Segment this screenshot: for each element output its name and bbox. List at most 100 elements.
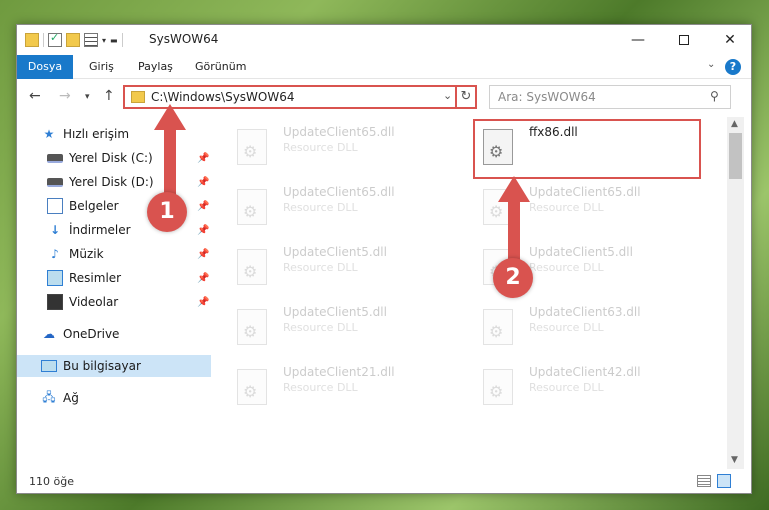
tab-home[interactable]: Giriş — [89, 55, 114, 79]
file-name: UpdateClient65.dll — [283, 125, 395, 139]
gear-icon: ⚙ — [489, 142, 504, 161]
disk-icon — [47, 153, 63, 163]
properties-check-icon[interactable] — [48, 31, 62, 47]
dll-file-icon: ⚙ — [237, 129, 267, 165]
explorer-window: ▾ ▬ SysWOW64 — ✕ Dosya Giriş Paylaş Görü… — [16, 24, 752, 494]
dll-file-icon: ⚙ — [483, 129, 513, 165]
dll-file-icon: ⚙ — [483, 369, 513, 405]
file-name: ffx86.dll — [529, 125, 578, 139]
file-type: Resource DLL — [529, 381, 604, 394]
sidebar-item-label: Ağ — [63, 391, 79, 405]
sidebar-item-label: Müzik — [69, 247, 104, 261]
sidebar-item-pictures[interactable]: Resimler 📌 — [47, 267, 211, 289]
address-path[interactable]: C:\Windows\SysWOW64 — [151, 90, 295, 104]
search-icon[interactable]: ⚲ — [710, 89, 719, 103]
file-type: Resource DLL — [283, 381, 358, 394]
file-item[interactable]: ⚙ UpdateClient42.dll Resource DLL — [475, 361, 705, 411]
gear-icon: ⚙ — [243, 382, 258, 401]
close-button[interactable]: ✕ — [707, 25, 753, 55]
scrollbar-thumb[interactable] — [729, 133, 742, 179]
sidebar-item-label: Yerel Disk (D:) — [69, 175, 154, 189]
sidebar-item-label: Videolar — [69, 295, 119, 309]
forward-arrow-icon[interactable]: → — [59, 88, 71, 104]
vertical-scrollbar[interactable]: ▲ ▼ — [727, 117, 744, 469]
sidebar-item-this-pc[interactable]: Bu bilgisayar — [17, 355, 211, 377]
file-name: UpdateClient65.dll — [529, 185, 641, 199]
disk-icon — [47, 177, 63, 187]
music-icon: ♪ — [51, 247, 59, 261]
file-name: UpdateClient5.dll — [529, 245, 633, 259]
file-type: Resource DLL — [283, 201, 358, 214]
sidebar-item-network[interactable]: 🖧 Ağ — [41, 387, 211, 409]
large-icons-view-icon[interactable] — [717, 474, 731, 488]
maximize-button[interactable] — [661, 25, 707, 55]
download-icon: ↓ — [49, 223, 61, 237]
file-item-ffx86[interactable]: ⚙ ffx86.dll — [473, 119, 701, 179]
recent-locations-icon[interactable]: ▾ — [85, 92, 90, 102]
chevron-down-icon[interactable]: ⌄ — [443, 89, 452, 102]
refresh-button[interactable]: ↻ — [455, 85, 477, 109]
properties-icon[interactable] — [84, 33, 98, 47]
help-icon[interactable]: ? — [725, 59, 741, 75]
file-item[interactable]: ⚙ UpdateClient65.dll Resource DLL — [229, 121, 459, 171]
details-view-icon[interactable] — [697, 475, 711, 487]
cloud-icon: ☁ — [43, 327, 55, 341]
sidebar-item-quick-access[interactable]: ★ Hızlı erişim — [41, 123, 235, 145]
file-name: UpdateClient5.dll — [283, 305, 387, 319]
folder-icon — [131, 91, 145, 103]
pictures-icon — [47, 270, 63, 286]
search-input[interactable]: Ara: SysWOW64 ⚲ — [489, 85, 731, 109]
video-icon — [47, 294, 63, 310]
minimize-button[interactable]: — — [615, 25, 661, 55]
gear-icon: ⚙ — [243, 262, 258, 281]
pin-icon[interactable]: 📌 — [197, 201, 209, 212]
back-arrow-icon[interactable]: ← — [29, 88, 41, 104]
scroll-up-icon[interactable]: ▲ — [731, 119, 738, 129]
pin-icon[interactable]: 📌 — [197, 177, 209, 188]
file-list: ⚙ UpdateClient65.dll Resource DLL ⚙ Upda… — [229, 117, 725, 473]
file-item[interactable]: ⚙ UpdateClient5.dll Resource DLL — [229, 301, 459, 351]
pin-icon[interactable]: 📌 — [197, 273, 209, 284]
file-name: UpdateClient21.dll — [283, 365, 395, 379]
dll-file-icon: ⚙ — [237, 369, 267, 405]
search-placeholder: Ara: SysWOW64 — [498, 90, 596, 104]
file-item[interactable]: ⚙ UpdateClient5.dll Resource DLL — [229, 241, 459, 291]
gear-icon: ⚙ — [489, 382, 504, 401]
pin-icon[interactable]: 📌 — [197, 249, 209, 260]
sidebar-item-label: Bu bilgisayar — [63, 359, 141, 373]
file-item[interactable]: ⚙ UpdateClient63.dll Resource DLL — [475, 301, 705, 351]
sidebar-item-onedrive[interactable]: ☁ OneDrive — [41, 323, 211, 345]
sidebar-item-label: OneDrive — [63, 327, 120, 341]
file-item[interactable]: ⚙ UpdateClient21.dll Resource DLL — [229, 361, 459, 411]
annotation-arrow-2 — [498, 176, 530, 266]
file-item[interactable]: ⚙ UpdateClient65.dll Resource DLL — [229, 181, 459, 231]
chevron-down-icon[interactable]: ▾ — [102, 36, 106, 45]
file-type: Resource DLL — [529, 201, 604, 214]
annotation-step-2: 2 — [493, 258, 533, 298]
network-icon: 🖧 — [42, 389, 56, 404]
sidebar-item-label: İndirmeler — [69, 223, 131, 237]
customize-toolbar-icon[interactable]: ▬ — [110, 36, 118, 45]
sidebar-item-music[interactable]: ♪ Müzik 📌 — [47, 243, 211, 265]
sidebar-item-videos[interactable]: Videolar 📌 — [47, 291, 211, 313]
computer-icon — [41, 360, 57, 372]
file-type: Resource DLL — [283, 141, 358, 154]
file-name: UpdateClient65.dll — [283, 185, 395, 199]
expand-ribbon-icon[interactable]: ⌄ — [707, 59, 715, 70]
pin-icon[interactable]: 📌 — [197, 297, 209, 308]
sidebar-item-label: Yerel Disk (C:) — [69, 151, 153, 165]
quick-access-toolbar: ▾ ▬ — [25, 31, 123, 47]
pin-icon[interactable]: 📌 — [197, 225, 209, 236]
scroll-down-icon[interactable]: ▼ — [731, 455, 738, 465]
tab-share[interactable]: Paylaş — [138, 55, 173, 79]
tab-file[interactable]: Dosya — [17, 55, 73, 79]
pin-icon[interactable]: 📌 — [197, 153, 209, 164]
up-arrow-icon[interactable]: ↑ — [103, 88, 115, 104]
window-title: SysWOW64 — [149, 32, 219, 46]
divider — [43, 33, 44, 47]
new-folder-icon[interactable] — [66, 33, 80, 47]
sidebar-item-downloads[interactable]: ↓ İndirmeler 📌 — [47, 219, 211, 241]
gear-icon: ⚙ — [243, 142, 258, 161]
item-count: 110 öğe — [29, 475, 74, 488]
tab-view[interactable]: Görünüm — [195, 55, 246, 79]
